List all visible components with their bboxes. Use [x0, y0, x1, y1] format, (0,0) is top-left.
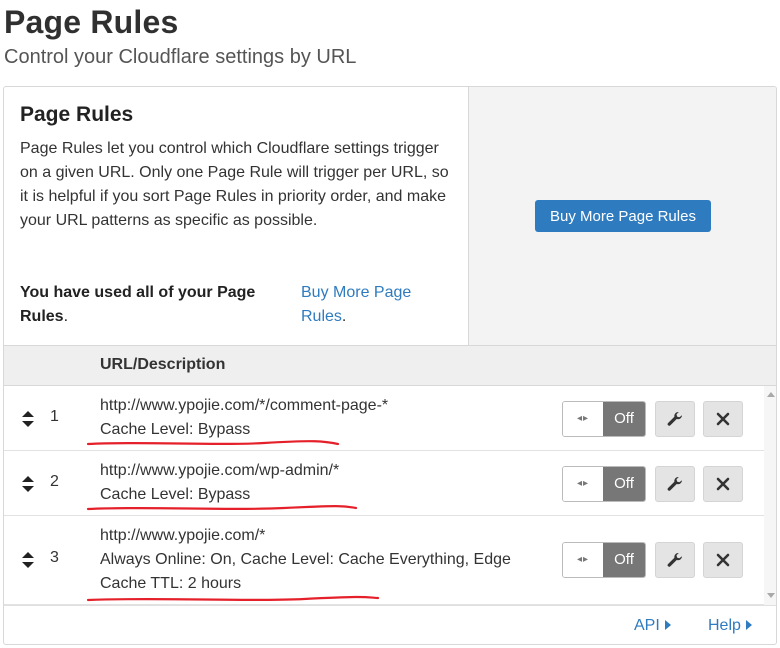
rule-description: http://www.ypojie.com/*/comment-page-* C…: [100, 394, 550, 442]
delete-rule-button[interactable]: [703, 466, 743, 502]
sort-arrows-icon[interactable]: [21, 551, 35, 569]
info-panel: Page Rules Page Rules let you control wh…: [4, 87, 469, 345]
rule-url: http://www.ypojie.com/wp-admin/*: [100, 462, 340, 479]
scroll-down-icon[interactable]: [767, 593, 775, 598]
api-link-label: API: [634, 617, 660, 634]
arrows-icon: ◂▸: [563, 543, 603, 577]
help-link[interactable]: Help: [708, 617, 752, 635]
usage-notice-period: .: [63, 308, 69, 325]
usage-notice-text: You have used all of your Page Rules: [20, 284, 256, 325]
rule-description: http://www.ypojie.com/* Always Online: O…: [100, 524, 550, 596]
usage-notice: You have used all of your Page Rules.: [20, 281, 280, 329]
help-link-label: Help: [708, 617, 741, 634]
table-row: 1 http://www.ypojie.com/*/comment-page-*…: [4, 386, 764, 451]
rule-toggle[interactable]: ◂▸ Off: [562, 401, 646, 437]
scroll-up-icon[interactable]: [767, 392, 775, 397]
toggle-state: Off: [603, 402, 645, 436]
buy-more-link[interactable]: Buy More Page Rules: [301, 284, 411, 325]
caret-right-icon: [664, 620, 671, 630]
rule-url: http://www.ypojie.com/*/comment-page-*: [100, 397, 389, 414]
close-icon: [716, 553, 730, 567]
buy-more-page-rules-button[interactable]: Buy More Page Rules: [535, 200, 711, 232]
info-description: Page Rules let you control which Cloudfl…: [20, 140, 449, 229]
delete-rule-button[interactable]: [703, 542, 743, 578]
rule-number: 2: [50, 473, 59, 490]
page-rules-card: Page Rules Page Rules let you control wh…: [3, 86, 777, 645]
cta-panel: Buy More Page Rules: [469, 87, 776, 345]
sort-arrows-icon[interactable]: [21, 475, 35, 493]
card-footer: API Help: [4, 605, 776, 644]
rule-toggle[interactable]: ◂▸ Off: [562, 542, 646, 578]
wrench-icon: [667, 552, 683, 567]
rule-number: 1: [50, 408, 59, 425]
sort-arrows-icon[interactable]: [21, 410, 35, 428]
rule-number: 3: [50, 549, 59, 566]
table-row: 3 http://www.ypojie.com/* Always Online:…: [4, 516, 764, 605]
edit-rule-button[interactable]: [655, 401, 695, 437]
info-title: Page Rules: [20, 103, 134, 126]
column-header-url: URL/Description: [100, 356, 226, 373]
rule-toggle[interactable]: ◂▸ Off: [562, 466, 646, 502]
delete-rule-button[interactable]: [703, 401, 743, 437]
rule-settings: Cache Level: Bypass: [100, 486, 251, 503]
rule-settings: Cache Level: Bypass: [100, 421, 251, 438]
edit-rule-button[interactable]: [655, 542, 695, 578]
rule-settings: Always Online: On, Cache Level: Cache Ev…: [100, 551, 511, 592]
toggle-state: Off: [603, 543, 645, 577]
page-title: Page Rules: [4, 4, 179, 40]
caret-right-icon: [745, 620, 752, 630]
page-subtitle: Control your Cloudflare settings by URL: [4, 46, 357, 68]
edit-rule-button[interactable]: [655, 466, 695, 502]
wrench-icon: [667, 411, 683, 426]
rule-description: http://www.ypojie.com/wp-admin/* Cache L…: [100, 459, 550, 507]
arrows-icon: ◂▸: [563, 467, 603, 501]
close-icon: [716, 412, 730, 426]
arrows-icon: ◂▸: [563, 402, 603, 436]
buy-more-link-period: .: [341, 308, 347, 325]
rules-scrollbar[interactable]: [764, 386, 776, 605]
api-link[interactable]: API: [634, 617, 671, 635]
wrench-icon: [667, 476, 683, 491]
table-header: URL/Description: [4, 345, 776, 386]
toggle-state: Off: [603, 467, 645, 501]
close-icon: [716, 477, 730, 491]
rule-url: http://www.ypojie.com/*: [100, 527, 266, 544]
buy-more-link-wrap: Buy More Page Rules.: [301, 281, 441, 329]
table-row: 2 http://www.ypojie.com/wp-admin/* Cache…: [4, 451, 764, 516]
